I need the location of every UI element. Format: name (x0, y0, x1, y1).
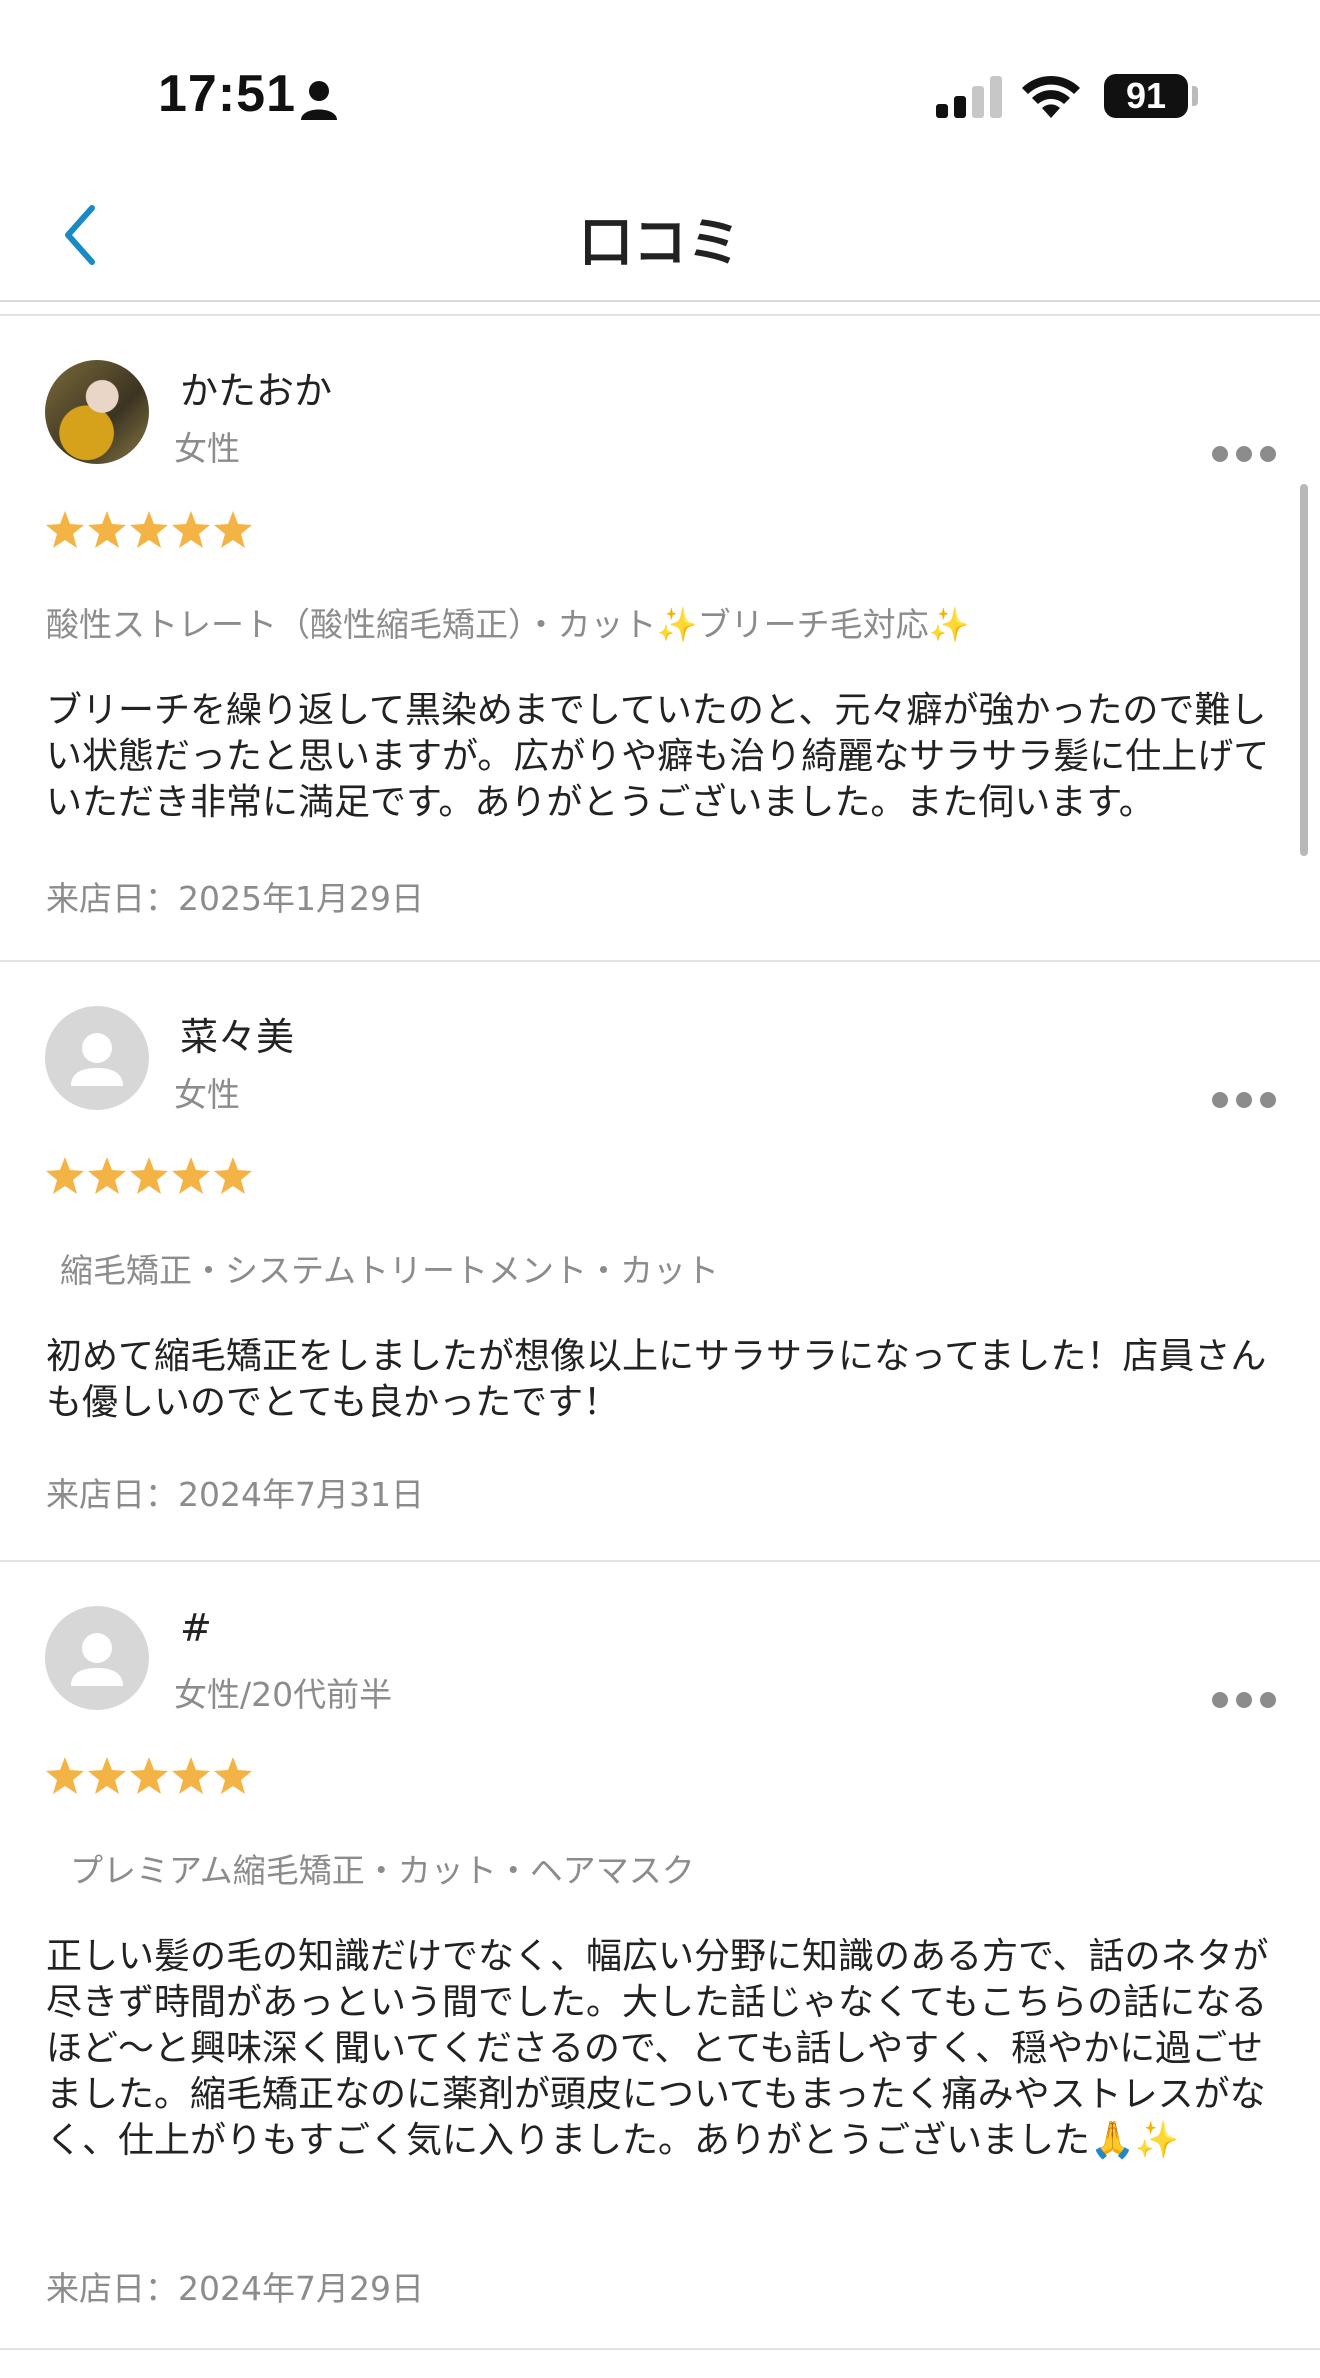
battery-icon: 91 (1104, 74, 1188, 118)
default-user-icon (71, 1033, 123, 1086)
more-options-icon[interactable] (1210, 444, 1278, 464)
reviewer-name: かたおか (180, 369, 333, 413)
star-icon (130, 1757, 168, 1794)
more-options-icon[interactable] (1210, 1690, 1278, 1710)
cellular-signal-icon (936, 76, 1002, 118)
star-icon (46, 1757, 84, 1794)
page-title: 口コミ (579, 211, 741, 274)
star-icon (214, 1157, 252, 1194)
reviewer-gender: 女性 (174, 429, 240, 468)
battery-cap (1192, 86, 1198, 106)
star-icon (46, 1157, 84, 1194)
scrollbar[interactable] (1300, 484, 1308, 856)
avatar[interactable] (45, 360, 149, 464)
person-icon (301, 81, 337, 120)
menu-name: 酸性ストレート（酸性縮毛矯正）・カット✨ブリーチ毛対応✨ (46, 605, 970, 644)
star-icon (130, 1157, 168, 1194)
menu-name: 縮毛矯正・システムトリートメント・カット (60, 1251, 720, 1290)
reviewer-gender: 女性 (174, 1075, 240, 1114)
review-card: # 女性/20代前半 プレミアム縮毛矯正・カット・ヘアマスク 正しい髪の毛の知識… (0, 1562, 1320, 2350)
star-rating (46, 1157, 252, 1194)
star-rating (46, 511, 252, 548)
review-body: 正しい髪の毛の知識だけでなく、幅広い分野に知識のある方で、話のネタが尽きず時間が… (46, 1936, 1269, 2161)
section-divider (0, 302, 1320, 316)
star-icon (214, 1757, 252, 1794)
review-card: かたおか 女性 酸性ストレート（酸性縮毛矯正）・カット✨ブリーチ毛対応✨ ブリー… (0, 316, 1320, 962)
star-icon (130, 511, 168, 548)
star-icon (214, 511, 252, 548)
reviewer-name: 菜々美 (180, 1015, 295, 1059)
avatar[interactable] (45, 1006, 149, 1110)
star-icon (88, 511, 126, 548)
star-icon (46, 511, 84, 548)
navigation-bar: 口コミ (0, 170, 1320, 302)
star-icon (172, 1157, 210, 1194)
review-card: 菜々美 女性 縮毛矯正・システムトリートメント・カット 初めて縮毛矯正をしました… (0, 962, 1320, 1562)
star-icon (172, 1757, 210, 1794)
menu-name: プレミアム縮毛矯正・カット・ヘアマスク (70, 1851, 695, 1890)
star-icon (172, 511, 210, 548)
wifi-icon (1022, 75, 1080, 118)
visit-date: 来店日：2025年1月29日 (46, 879, 424, 918)
avatar[interactable] (45, 1606, 149, 1710)
visit-date: 来店日：2024年7月31日 (46, 1475, 424, 1514)
star-rating (46, 1757, 252, 1794)
status-time: 17:51 (158, 65, 296, 123)
more-options-icon[interactable] (1210, 1090, 1278, 1110)
status-bar: 17:51 91 (0, 0, 1320, 170)
star-icon (88, 1757, 126, 1794)
reviewer-name: # (180, 1606, 212, 1650)
reviewer-gender-age: 女性/20代前半 (174, 1675, 393, 1714)
review-body: 初めて縮毛矯正をしましたが想像以上にサラサラになってました！店員さんも優しいので… (46, 1336, 1267, 1423)
star-icon (88, 1157, 126, 1194)
visit-date: 来店日：2024年7月29日 (46, 2269, 424, 2308)
review-body: ブリーチを繰り返して黒染めまでしていたのと、元々癖が強かったので難しい状態だった… (46, 690, 1270, 823)
default-user-icon (71, 1633, 123, 1686)
